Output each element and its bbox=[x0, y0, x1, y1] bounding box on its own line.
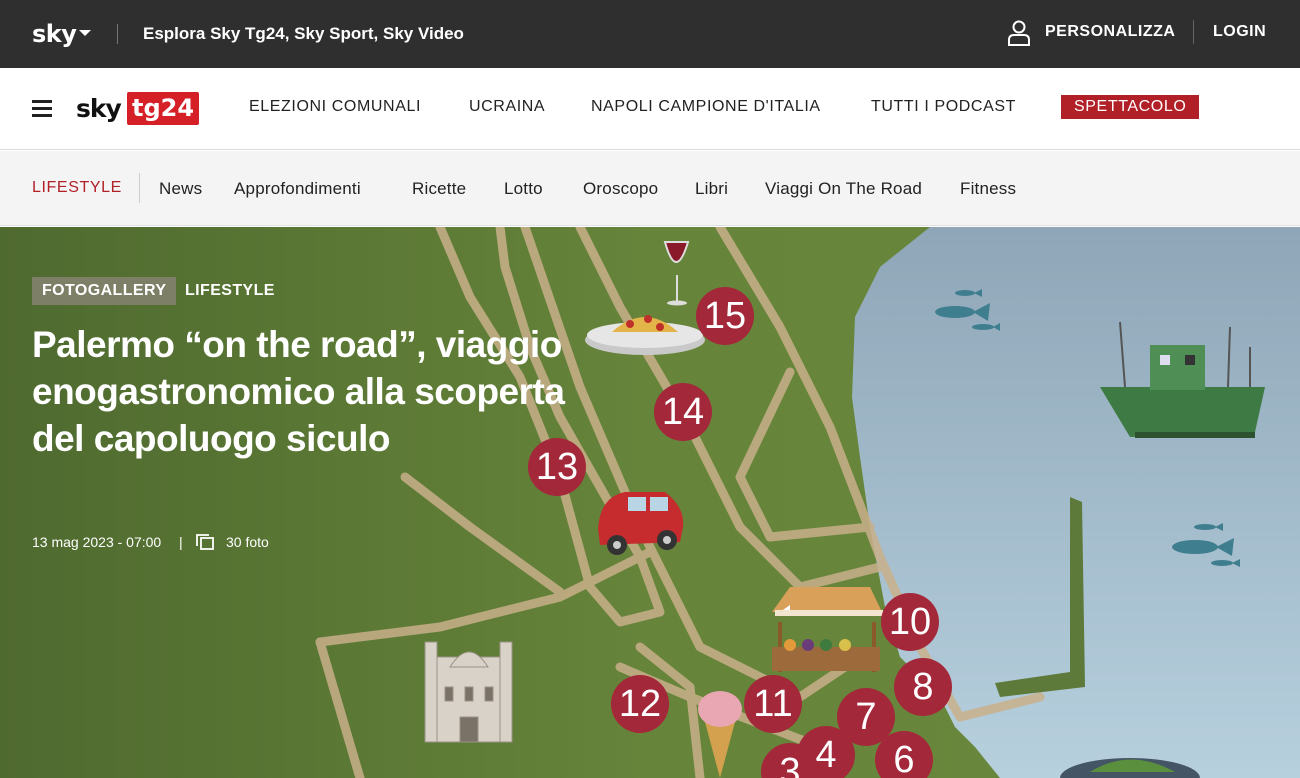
photo-count: 30 foto bbox=[226, 534, 269, 550]
personalize-button[interactable]: PERSONALIZZA bbox=[1045, 23, 1175, 41]
nav-item-napoli[interactable]: NAPOLI CAMPIONE D'ITALIA bbox=[591, 98, 821, 116]
map-marker: 12 bbox=[611, 675, 669, 733]
map-marker: 10 bbox=[881, 593, 939, 651]
meta-separator: | bbox=[179, 534, 183, 550]
subnav-item-approfondimenti[interactable]: Approfondimenti bbox=[234, 179, 361, 199]
nav-item-podcast[interactable]: TUTTI I PODCAST bbox=[871, 98, 1016, 116]
menu-icon[interactable] bbox=[32, 100, 52, 118]
nav-item-elezioni[interactable]: ELEZIONI COMUNALI bbox=[249, 98, 421, 116]
publish-date: 13 mag 2023 - 07:00 bbox=[32, 534, 162, 550]
fotogallery-tag[interactable]: FOTOGALLERY bbox=[32, 277, 177, 305]
subnav-item-lotto[interactable]: Lotto bbox=[504, 179, 543, 199]
gallery-icon bbox=[196, 534, 214, 550]
article-title[interactable]: Palermo “on the road”, viaggio enogastro… bbox=[32, 321, 572, 462]
section-nav: LIFESTYLE News Approfondimenti Ricette L… bbox=[0, 151, 1300, 226]
main-nav: sky tg24 ELEZIONI COMUNALI UCRAINA NAPOL… bbox=[0, 68, 1300, 150]
subnav-item-viaggi[interactable]: Viaggi On The Road bbox=[765, 179, 922, 199]
subnav-item-news[interactable]: News bbox=[159, 179, 202, 199]
divider bbox=[117, 24, 118, 44]
user-icon[interactable] bbox=[1008, 20, 1030, 46]
map-marker: 8 bbox=[894, 658, 952, 716]
map-marker: 14 bbox=[654, 383, 712, 441]
divider bbox=[1193, 20, 1194, 44]
brand-sky: sky bbox=[76, 94, 122, 123]
map-marker: 11 bbox=[744, 675, 802, 733]
lifestyle-tag[interactable]: LIFESTYLE bbox=[185, 282, 275, 300]
brand-tg24: tg24 bbox=[127, 92, 199, 125]
hero-gallery[interactable]: 15 14 13 10 8 12 11 7 4 6 3 FOTOGALLERY LIFESTYLE … bbox=[0, 227, 1300, 778]
subnav-item-ricette[interactable]: Ricette bbox=[412, 179, 466, 199]
chevron-down-icon[interactable] bbox=[79, 30, 91, 36]
login-button[interactable]: LOGIN bbox=[1213, 23, 1266, 41]
nav-item-ucraina[interactable]: UCRAINA bbox=[469, 98, 545, 116]
divider bbox=[139, 173, 140, 203]
sky-logo[interactable]: sky bbox=[32, 20, 77, 48]
explore-sky-link[interactable]: Esplora Sky Tg24, Sky Sport, Sky Video bbox=[143, 24, 464, 44]
top-bar: sky Esplora Sky Tg24, Sky Sport, Sky Vid… bbox=[0, 0, 1300, 68]
subnav-item-libri[interactable]: Libri bbox=[695, 179, 728, 199]
subnav-item-fitness[interactable]: Fitness bbox=[960, 179, 1016, 199]
subnav-item-oroscopo[interactable]: Oroscopo bbox=[583, 179, 658, 199]
article-meta: 13 mag 2023 - 07:00 | 30 foto bbox=[32, 534, 269, 550]
section-title[interactable]: LIFESTYLE bbox=[32, 179, 122, 197]
map-marker: 15 bbox=[696, 287, 754, 345]
nav-item-spettacolo[interactable]: SPETTACOLO bbox=[1061, 95, 1200, 119]
